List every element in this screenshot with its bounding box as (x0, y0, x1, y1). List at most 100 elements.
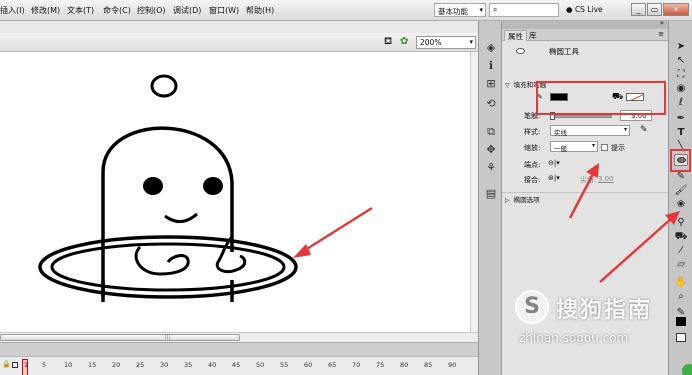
ghost-smile (164, 212, 198, 223)
tab-library[interactable]: 库 (526, 30, 540, 41)
stage-toolbar (0, 21, 478, 33)
motion-presets-icon[interactable]: ⧉ (484, 125, 498, 139)
frame-number: 85 (424, 361, 433, 369)
frame-number: 30 (160, 361, 169, 369)
frame-number: 75 (376, 361, 385, 369)
collapse-icon[interactable]: » (660, 19, 664, 27)
menu-modify[interactable]: 修改(M) (31, 5, 60, 16)
chevron-down-icon: ▾ (591, 142, 595, 149)
pen-icon[interactable]: ✒ (674, 113, 688, 125)
eraser-icon[interactable]: ▱ (674, 259, 688, 271)
ghost-eye-left (143, 177, 163, 195)
zoom-select[interactable]: 200% ▾ (416, 36, 476, 49)
tab-properties[interactable]: 属性 (504, 30, 527, 41)
drawn-oval-outer (38, 235, 298, 299)
join-type-select[interactable]: ⊛|▾ (548, 174, 560, 182)
workspace-select[interactable]: 基本功能 ▾ (434, 3, 486, 17)
chevron-down-icon: ▾ (469, 38, 473, 46)
lock-icon[interactable]: 🔒 (2, 360, 11, 368)
zoom-icon[interactable]: ⌕ (674, 291, 688, 303)
oval-options-section-header[interactable]: ▷ 椭圆选项 (502, 192, 668, 204)
frame-number: 90 (448, 361, 457, 369)
style-label: 样式: (524, 128, 541, 136)
panel-title-bar: » (502, 19, 668, 29)
search-icon: ⌕ (493, 5, 498, 14)
hand-icon[interactable]: ✋ (674, 277, 688, 289)
cap-label: 端点: (524, 161, 541, 169)
minimize-button[interactable]: _ (631, 3, 646, 16)
stroke-style-value: 实线 (554, 129, 567, 137)
edit-scene-icon[interactable]: ✿ (400, 36, 408, 47)
cs-live-icon: ● (566, 5, 573, 14)
section-title: 椭圆选项 (513, 196, 540, 204)
frame-number: 40 (208, 361, 217, 369)
eyedropper-icon[interactable]: ⁄ (674, 245, 688, 257)
stage-vertical-scrollbar[interactable] (470, 52, 478, 332)
stage-canvas[interactable] (0, 52, 478, 332)
transform-panel-icon[interactable]: ⟲ (484, 97, 498, 111)
frame-number: 20 (112, 361, 121, 369)
zoom-value: 200% (420, 38, 442, 47)
subselection-icon[interactable]: ↖ (674, 55, 688, 67)
menu-window[interactable]: 窗口(W) (209, 5, 239, 16)
cs-live-button[interactable]: ● CS Live (566, 5, 603, 14)
info-panel-icon[interactable]: ℹ (484, 59, 498, 73)
code-snippets-icon[interactable]: ⚘ (484, 161, 498, 175)
panel-menu-icon[interactable]: ≡ (658, 30, 664, 38)
frame-number: 60 (304, 361, 313, 369)
cap-type-select[interactable]: ⊖|▾ (548, 159, 560, 167)
frame-number: 35 (184, 361, 193, 369)
search-input[interactable]: ⌕ (489, 3, 559, 17)
text-icon[interactable]: T (674, 127, 688, 139)
chevron-down-icon: ▾ (623, 126, 627, 133)
menu-control[interactable]: 控制(O) (137, 5, 166, 16)
3d-rotation-icon[interactable]: ◉ (674, 83, 688, 95)
scrollbar-thumb[interactable] (0, 334, 240, 341)
stroke-color-swatch[interactable] (676, 317, 686, 326)
frame-number: 70 (352, 361, 361, 369)
timeline-ruler: 🔒 1 5 10 15 20 25 30 35 40 45 50 55 60 6… (0, 356, 478, 375)
stroke-style-select[interactable]: 实线 ▾ (550, 125, 630, 137)
menu-text[interactable]: 文本(T) (67, 5, 94, 16)
fill-color-icon[interactable] (676, 333, 686, 342)
close-button[interactable]: ✕ (663, 3, 689, 16)
workspace-label: 基本功能 (438, 7, 468, 16)
align-panel-icon[interactable]: ⊞ (484, 77, 498, 91)
lasso-icon[interactable]: ℓ (674, 97, 688, 109)
outline-icon[interactable] (12, 362, 18, 368)
scale-select[interactable]: 一般 ▾ (550, 141, 598, 153)
ghost-hand-left (134, 245, 190, 276)
selection-arrow-icon[interactable]: ➤ (674, 41, 688, 53)
brush-icon[interactable]: 🖌 (674, 185, 688, 197)
cs-live-label: CS Live (574, 5, 603, 14)
frame-number: 10 (64, 361, 73, 369)
timeline-panel: 🔒 1 5 10 15 20 25 30 35 40 45 50 55 60 6… (0, 342, 478, 375)
drawing (38, 74, 298, 302)
miter-label: 尖角: (580, 176, 597, 184)
tool-name: 椭圆工具 (549, 47, 579, 56)
paint-bucket-icon[interactable]: ⛟ (674, 231, 688, 243)
components-icon[interactable]: ✥ (484, 143, 498, 157)
restore-button[interactable]: ▭ (647, 3, 662, 16)
watermark-title: 搜狗指南 (556, 298, 653, 323)
pencil-icon[interactable]: ✎ (674, 171, 688, 183)
panel-dock: ◈ ℹ ⊞ ⟲ ⧉ ✥ ⚘ ▤ (478, 21, 502, 375)
edit-stroke-style-icon[interactable]: ✎ (640, 125, 648, 135)
miter-value[interactable]: 3.00 (598, 175, 614, 183)
menu-bar: 插入(I) 修改(M) 文本(T) 命令(C) 控制(O) 调试(D) 窗口(W… (0, 0, 692, 21)
frame-number: 50 (256, 361, 265, 369)
deco-icon[interactable]: ❀ (674, 199, 688, 211)
stroke-slider[interactable] (550, 112, 612, 120)
output-panel-icon[interactable]: ▤ (484, 187, 498, 201)
edit-symbols-icon[interactable]: ⛾ (384, 36, 392, 49)
menu-debug[interactable]: 调试(D) (173, 5, 201, 16)
menu-help[interactable]: 帮助(H) (246, 5, 274, 16)
bone-icon[interactable]: ⚲ (674, 217, 688, 229)
menu-insert[interactable]: 插入(I) (0, 5, 25, 16)
color-panel-icon[interactable]: ◈ (484, 41, 498, 55)
frame-number: 1 (24, 361, 29, 369)
hint-checkbox[interactable] (601, 144, 608, 151)
free-transform-icon[interactable]: ⛶ (674, 69, 688, 81)
menu-commands[interactable]: 命令(C) (103, 5, 131, 16)
stage-horizontal-scrollbar[interactable]: ||| (0, 332, 478, 342)
